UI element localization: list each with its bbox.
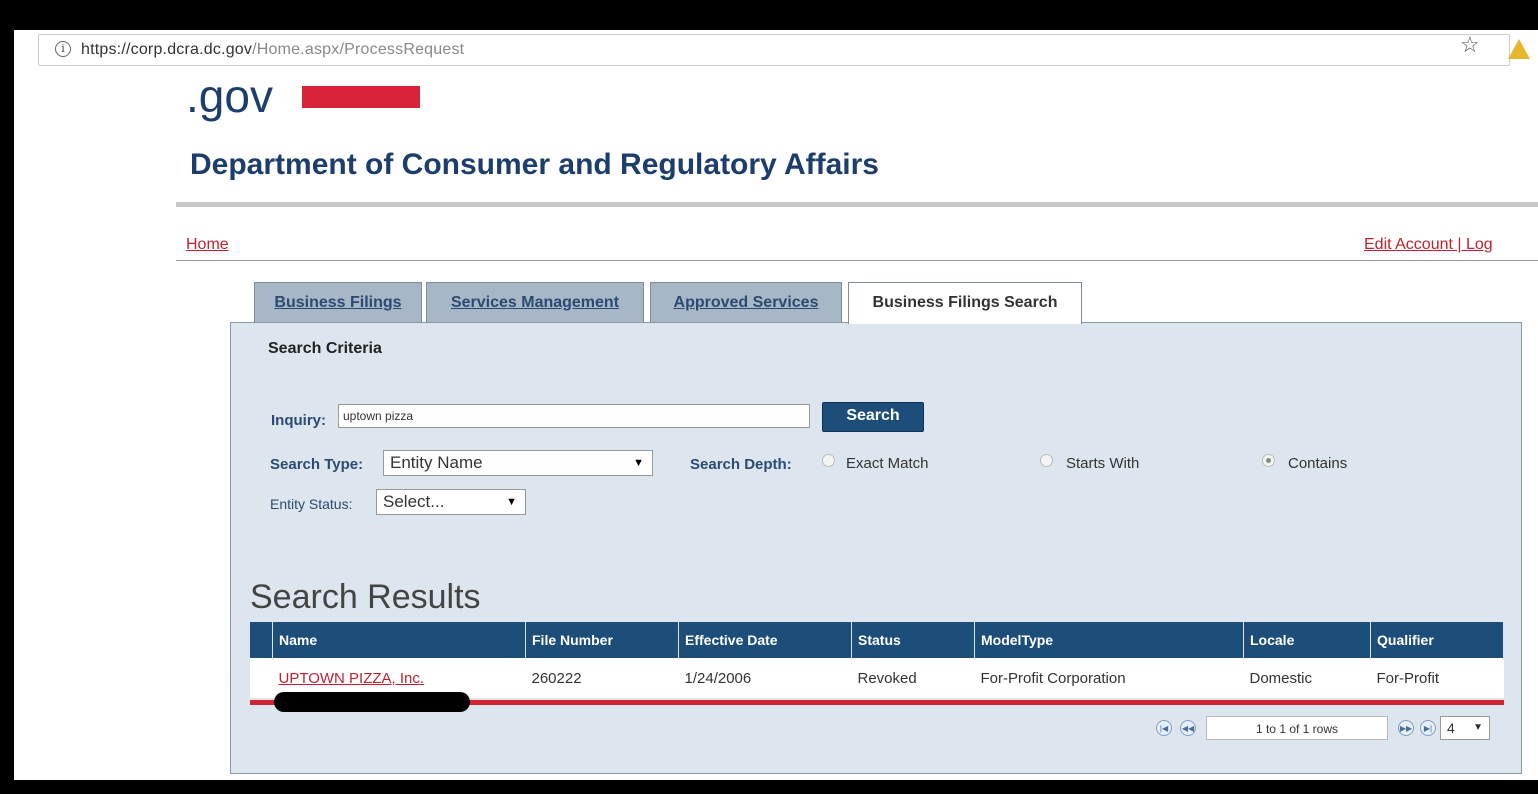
site-logo: .gov [186,70,273,122]
url-host: https://corp.dcra.dc.gov [81,41,253,58]
search-criteria-heading: Search Criteria [268,340,382,357]
header-select-column [250,622,273,658]
inquiry-label: Inquiry: [271,412,326,429]
column-header-file-number[interactable]: File Number [525,622,679,658]
drive-extension-icon[interactable] [1508,39,1530,59]
prev-page-icon[interactable]: ◀◀ [1180,720,1196,736]
column-header-status[interactable]: Status [851,622,975,658]
radio-label-starts-with: Starts With [1066,455,1140,472]
entity-status-label: Entity Status: [270,496,353,512]
results-title: Search Results [250,578,481,616]
url-box[interactable]: i https://corp.dcra.dc.gov/Home.aspx/Pro… [38,34,1510,66]
account-links[interactable]: Edit Account | Log [1364,236,1493,254]
entity-status-value: Select... [383,492,445,511]
radio-label-contains: Contains [1288,455,1348,472]
column-header-model-type[interactable]: ModelType [974,622,1244,658]
info-icon[interactable]: i [55,41,71,57]
address-bar: i https://corp.dcra.dc.gov/Home.aspx/Pro… [14,30,1538,68]
entity-name-link[interactable]: UPTOWN PIZZA, Inc. [279,670,425,687]
tab-approved-services[interactable]: Approved Services [650,282,842,322]
column-header-locale[interactable]: Locale [1243,622,1371,658]
results-header-row: Name File Number Effective Date Status M… [250,622,1504,658]
header-divider [176,202,1538,207]
url-path: /Home.aspx/ProcessRequest [252,41,465,58]
pager-info: 1 to 1 of 1 rows [1206,716,1388,740]
redaction-mark [274,692,470,712]
browser-window: i https://corp.dcra.dc.gov/Home.aspx/Pro… [14,30,1538,780]
last-page-icon[interactable]: ▶| [1420,720,1436,736]
cell-locale: Domestic [1243,658,1371,698]
tab-services-management[interactable]: Services Management [426,282,644,322]
cell-status: Revoked [851,658,975,698]
page-title: Department of Consumer and Regulatory Af… [190,148,879,181]
column-header-effective-date[interactable]: Effective Date [678,622,852,658]
search-type-label: Search Type: [270,456,364,473]
home-link[interactable]: Home [186,236,229,254]
column-header-qualifier[interactable]: Qualifier [1370,622,1504,658]
tab-business-filings[interactable]: Business Filings [254,282,422,322]
search-type-select[interactable]: Entity Name ▼ [383,450,653,476]
cell-file-number: 260222 [525,658,679,698]
url-text: https://corp.dcra.dc.gov/Home.aspx/Proce… [81,41,464,59]
results-table: Name File Number Effective Date Status M… [250,622,1504,698]
first-page-icon[interactable]: |◀ [1156,720,1172,736]
column-header-name[interactable]: Name [272,622,526,658]
bookmark-star-icon[interactable]: ☆ [1460,32,1480,58]
row-select-cell [250,658,273,698]
logo-red-bar [302,86,420,108]
search-depth-label: Search Depth: [690,456,792,473]
radio-label-exact-match: Exact Match [846,455,929,472]
cell-model-type: For-Profit Corporation [974,658,1244,698]
tab-business-filings-search[interactable]: Business Filings Search [848,282,1082,324]
radio-exact-match[interactable] [822,454,835,467]
radio-starts-with[interactable] [1040,454,1053,467]
chevron-down-icon: ▼ [633,457,644,469]
page-size-value: 4 [1447,720,1455,736]
entity-status-select[interactable]: Select... ▼ [376,489,526,515]
page-size-select[interactable]: 4 ▼ [1440,716,1490,740]
chevron-down-icon: ▼ [1473,722,1483,733]
search-type-value: Entity Name [390,453,483,472]
cell-effective-date: 1/24/2006 [678,658,852,698]
nav-divider [176,260,1538,261]
next-page-icon[interactable]: ▶▶ [1398,720,1414,736]
inquiry-input[interactable] [338,404,810,428]
radio-contains[interactable] [1262,454,1275,467]
search-button[interactable]: Search [822,402,924,432]
cell-qualifier: For-Profit [1370,658,1504,698]
chevron-down-icon: ▼ [506,496,517,508]
